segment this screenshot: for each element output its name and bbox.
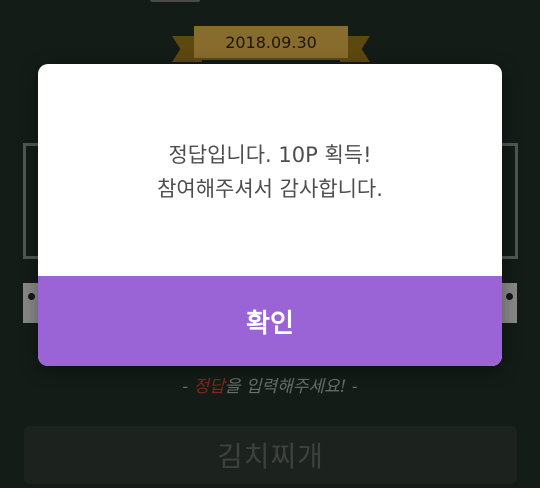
dialog-message: 정답입니다. 10P 획득! 참여해주셔서 감사합니다.	[38, 64, 502, 276]
dialog-message-line2: 참여해주셔서 감사합니다.	[157, 177, 383, 201]
confirm-button[interactable]: 확인	[38, 276, 502, 366]
result-dialog: 정답입니다. 10P 획득! 참여해주셔서 감사합니다. 확인	[38, 64, 502, 366]
dialog-message-line1: 정답입니다. 10P 획득!	[168, 143, 372, 167]
